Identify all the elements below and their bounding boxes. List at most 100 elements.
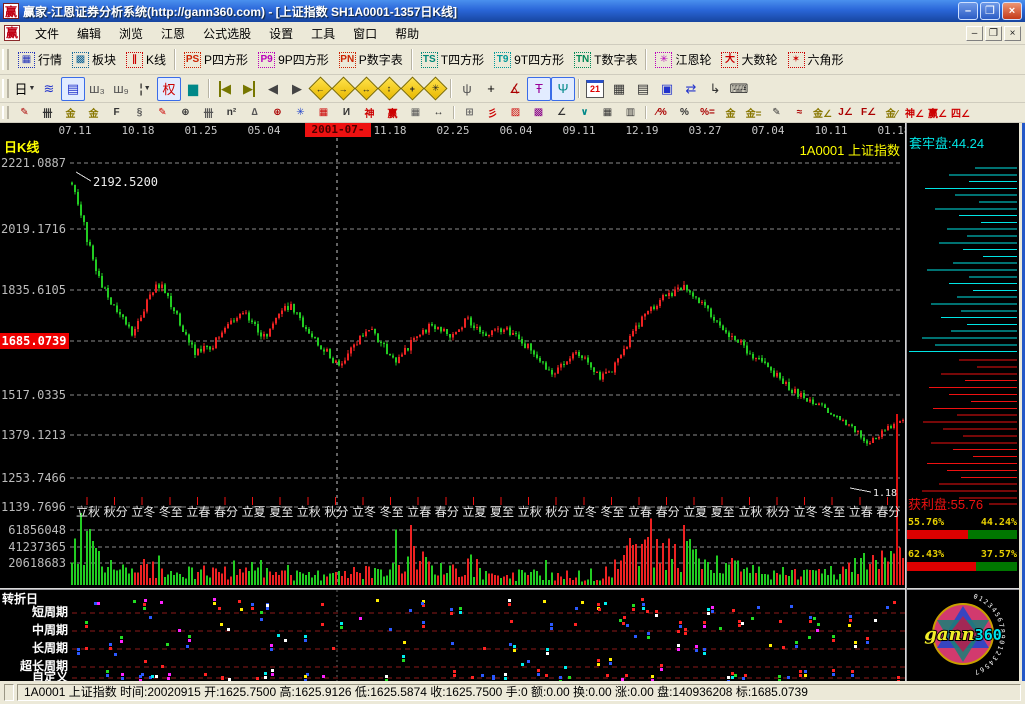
calculator-button[interactable]: ▦ xyxy=(607,77,631,101)
gann-tool-20[interactable]: ⊞ xyxy=(458,104,481,121)
bars-9-button[interactable]: ш₉ xyxy=(109,77,133,101)
goto-first-button[interactable]: ◀ xyxy=(213,77,237,101)
gann-tool-15[interactable]: 神 xyxy=(358,104,381,121)
gann-tool-10[interactable]: ∆ xyxy=(243,104,266,121)
expand-v-diamond-button[interactable]: ↕ xyxy=(377,76,401,100)
system-button[interactable]: ⌨ xyxy=(727,77,751,101)
mdi-minimize-button[interactable]: – xyxy=(966,26,983,41)
gann-tool-42[interactable]: 四∠ xyxy=(949,104,972,121)
mdi-close-button[interactable]: × xyxy=(1004,26,1021,41)
goto-last-button[interactable]: ▶ xyxy=(237,77,261,101)
gann-tool-17[interactable]: ▦ xyxy=(404,104,427,121)
overlay-curves-button[interactable]: ≋ xyxy=(37,77,61,101)
hexagon-button[interactable]: ✶六角形 xyxy=(783,48,849,72)
gann-tool-30[interactable]: % xyxy=(673,104,696,121)
gann-tool-3[interactable]: 金 xyxy=(82,104,105,121)
gann-tool-36[interactable]: 金∠ xyxy=(811,104,834,121)
maximize-button[interactable]: ❐ xyxy=(980,2,1000,20)
gann-tool-26[interactable]: ▦ xyxy=(596,104,619,121)
prev-button[interactable]: ◀ xyxy=(261,77,285,101)
export-button[interactable]: ⇄ xyxy=(679,77,703,101)
gann-tool-34[interactable]: ✎ xyxy=(765,104,788,121)
gann-tool-7[interactable]: ⊕ xyxy=(174,104,197,121)
gann-tool-2[interactable]: 金 xyxy=(59,104,82,121)
close-button[interactable]: × xyxy=(1002,2,1022,20)
gann-tool-11[interactable]: ⊕ xyxy=(266,104,289,121)
save-button[interactable]: ▣ xyxy=(655,77,679,101)
gann-tool-25[interactable]: ∨ xyxy=(573,104,596,121)
minimize-button[interactable]: – xyxy=(958,2,978,20)
gann-tool-31[interactable]: %= xyxy=(696,104,719,121)
gann-tool-37[interactable]: J∠ xyxy=(834,104,857,121)
gann-tool-18[interactable]: ↔ xyxy=(427,104,450,121)
kline-period-button[interactable]: 日▼ xyxy=(13,77,37,101)
gann-tool-38[interactable]: F∠ xyxy=(857,104,880,121)
menu-7[interactable]: 窗口 xyxy=(344,22,386,45)
quotes-button[interactable]: ▦行情 xyxy=(13,48,67,72)
restore-rights-button[interactable]: 权 xyxy=(157,77,181,101)
p-table-button[interactable]: PNP数字表 xyxy=(334,48,408,72)
notes-button[interactable]: ▤ xyxy=(631,77,655,101)
gann-tool-4[interactable]: F xyxy=(105,104,128,121)
expand-h-diamond-button[interactable]: ↔ xyxy=(354,76,378,100)
gann-tool-40[interactable]: 神∠ xyxy=(903,104,926,121)
9p-square-button[interactable]: P99P四方形 xyxy=(253,48,334,72)
t-table-button[interactable]: TNT数字表 xyxy=(569,48,642,72)
gann-tool-12[interactable]: ✳ xyxy=(289,104,312,121)
calendar-button[interactable]: 21 xyxy=(583,77,607,101)
menu-4[interactable]: 公式选股 xyxy=(194,22,260,45)
menu-6[interactable]: 工具 xyxy=(302,22,344,45)
mdi-restore-button[interactable]: ❐ xyxy=(985,26,1002,41)
turning-day-panel[interactable]: 转折日短周期中周期长周期超长周期自定义 xyxy=(0,590,905,681)
menu-1[interactable]: 编辑 xyxy=(68,22,110,45)
gann-tool-22[interactable]: ▨ xyxy=(504,104,527,121)
pan-hand-button[interactable]: ψ xyxy=(455,77,479,101)
gann-tool-24[interactable]: ∠ xyxy=(550,104,573,121)
gann-tool-9[interactable]: n² xyxy=(220,104,243,121)
menu-2[interactable]: 浏览 xyxy=(110,22,152,45)
center-diamond-button[interactable]: + xyxy=(400,76,424,100)
angle-measure-button[interactable]: ∡ xyxy=(503,77,527,101)
gann-tool-5[interactable]: § xyxy=(128,104,151,121)
gann-tool-teal-button[interactable]: Ψ xyxy=(551,77,575,101)
next-button[interactable]: ▶ xyxy=(285,77,309,101)
p-square-button[interactable]: PSP四方形 xyxy=(179,48,253,72)
menu-0[interactable]: 文件 xyxy=(26,22,68,45)
info-panel-button[interactable]: ▤ xyxy=(61,77,85,101)
sectors-button[interactable]: ▩板块 xyxy=(67,48,121,72)
gann-tool-6[interactable]: ✎ xyxy=(151,104,174,121)
gann-tool-0[interactable]: ✎ xyxy=(13,104,36,121)
9t-square-button[interactable]: T99T四方形 xyxy=(489,48,569,72)
gann-tool-33[interactable]: 金= xyxy=(742,104,765,121)
menu-8[interactable]: 帮助 xyxy=(386,22,428,45)
gann-tool-35[interactable]: ≈ xyxy=(788,104,811,121)
gann-tool-29[interactable]: ∕% xyxy=(650,104,673,121)
menu-5[interactable]: 设置 xyxy=(260,22,302,45)
big-number-wheel-button[interactable]: 大大数轮 xyxy=(716,48,782,72)
chip-distribution-panel[interactable]: 套牢盘:44.24获利盘:55.7655.76%44.24%62.43%37.5… xyxy=(907,123,1019,588)
gann-tool-27[interactable]: ▥ xyxy=(619,104,642,121)
kline-chart[interactable]: 2221.08872019.17161835.61051517.03351379… xyxy=(0,138,905,588)
histogram-button[interactable]: ▆ xyxy=(181,77,205,101)
gann-tool-16[interactable]: 赢 xyxy=(381,104,404,121)
gann-tool-14[interactable]: И xyxy=(335,104,358,121)
gann-wheel-button[interactable]: ✳江恩轮 xyxy=(650,48,716,72)
gann-tool-1[interactable]: 卌 xyxy=(36,104,59,121)
doc-export-button[interactable]: ↳ xyxy=(703,77,727,101)
gann-tool-23[interactable]: ▩ xyxy=(527,104,550,121)
gann-tool-39[interactable]: 金∕ xyxy=(880,104,903,121)
gann-tool-8[interactable]: 卌 xyxy=(197,104,220,121)
gann-tool-13[interactable]: ▦ xyxy=(312,104,335,121)
gann-tool-purple-button[interactable]: Ŧ xyxy=(527,77,551,101)
t-square-button[interactable]: TST四方形 xyxy=(416,48,489,72)
crosshair-button[interactable]: + xyxy=(479,77,503,101)
gann-tool-21[interactable]: 彡 xyxy=(481,104,504,121)
title-bar[interactable]: 赢 赢家-江恩证券分析系统(http://gann360.com) - [上证指… xyxy=(0,0,1025,22)
candle-style-button[interactable]: ¦▼ xyxy=(133,77,157,101)
bars-3-button[interactable]: ш₃ xyxy=(85,77,109,101)
shift-right-diamond-button[interactable]: → xyxy=(331,76,355,100)
shift-left-diamond-button[interactable]: ← xyxy=(308,76,332,100)
zoom-all-diamond-button[interactable]: ✳ xyxy=(423,76,447,100)
document-icon[interactable]: 赢 xyxy=(4,25,20,41)
kline-button[interactable]: ∥K线 xyxy=(121,48,171,72)
